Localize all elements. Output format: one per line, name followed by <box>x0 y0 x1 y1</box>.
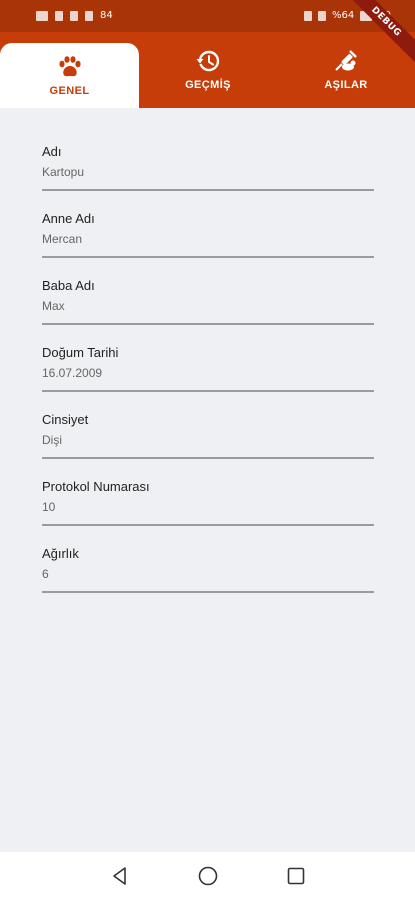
field-label: Adı <box>42 144 62 159</box>
tab-gecmis[interactable]: GEÇMİŞ <box>139 32 277 108</box>
tab-asilar[interactable]: AŞILAR <box>277 32 415 108</box>
field-underline <box>42 256 374 258</box>
tab-bar: GENEL GEÇMİŞ AŞILAR <box>0 32 415 108</box>
battery-text: %64 <box>332 10 355 21</box>
field-label: Cinsiyet <box>42 412 89 427</box>
field-underline <box>42 189 374 191</box>
history-icon <box>196 50 220 72</box>
field-label: Protokol Numarası <box>42 479 150 494</box>
field-father-name[interactable]: Baba Adı Max <box>42 274 374 341</box>
paw-icon <box>58 55 81 76</box>
field-mother-name[interactable]: Anne Adı Mercan <box>42 207 374 274</box>
tab-label-asilar: AŞILAR <box>324 79 368 91</box>
hourglass-icon <box>85 10 93 21</box>
vaccine-icon <box>335 50 357 71</box>
signal-icon <box>55 10 63 21</box>
field-name[interactable]: Adı Kartopu <box>42 140 374 207</box>
back-triangle-icon[interactable] <box>108 864 132 888</box>
field-underline <box>42 591 374 593</box>
message-icon <box>36 10 48 21</box>
field-value: 10 <box>42 500 56 514</box>
field-underline <box>42 323 374 325</box>
field-label: Ağırlık <box>42 546 79 561</box>
field-value: 16.07.2009 <box>42 366 103 380</box>
system-nav-bar <box>0 852 415 900</box>
field-gender[interactable]: Cinsiyet Dişi <box>42 408 374 475</box>
tab-genel[interactable]: GENEL <box>0 43 139 108</box>
field-weight[interactable]: Ağırlık 6 <box>42 542 374 609</box>
tab-label-genel: GENEL <box>49 84 90 97</box>
field-label: Doğum Tarihi <box>42 345 119 360</box>
vibrate-icon <box>318 10 327 21</box>
pet-info-form: Adı Kartopu Anne Adı Mercan Baba Adı Max… <box>42 140 374 609</box>
wifi-icon <box>70 10 78 21</box>
field-birth-date[interactable]: Doğum Tarihi 16.07.2009 <box>42 341 374 408</box>
status-left: 84 <box>36 10 113 21</box>
field-label: Anne Adı <box>42 211 95 226</box>
status-left-text: 84 <box>100 10 113 21</box>
field-value: Max <box>42 299 65 313</box>
field-underline <box>42 390 374 392</box>
recents-square-icon[interactable] <box>284 864 308 888</box>
alarm-icon <box>304 10 313 21</box>
field-label: Baba Adı <box>42 278 95 293</box>
tab-label-gecmis: GEÇMİŞ <box>185 79 231 91</box>
home-circle-icon[interactable] <box>196 864 220 888</box>
field-value: Mercan <box>42 232 83 246</box>
field-value: Kartopu <box>42 165 85 179</box>
field-underline <box>42 457 374 459</box>
field-value: 6 <box>42 567 49 581</box>
field-value: Dişi <box>42 433 62 447</box>
field-underline <box>42 524 374 526</box>
status-bar: 84 %64 09 <box>0 0 415 32</box>
field-protocol-number[interactable]: Protokol Numarası 10 <box>42 475 374 542</box>
